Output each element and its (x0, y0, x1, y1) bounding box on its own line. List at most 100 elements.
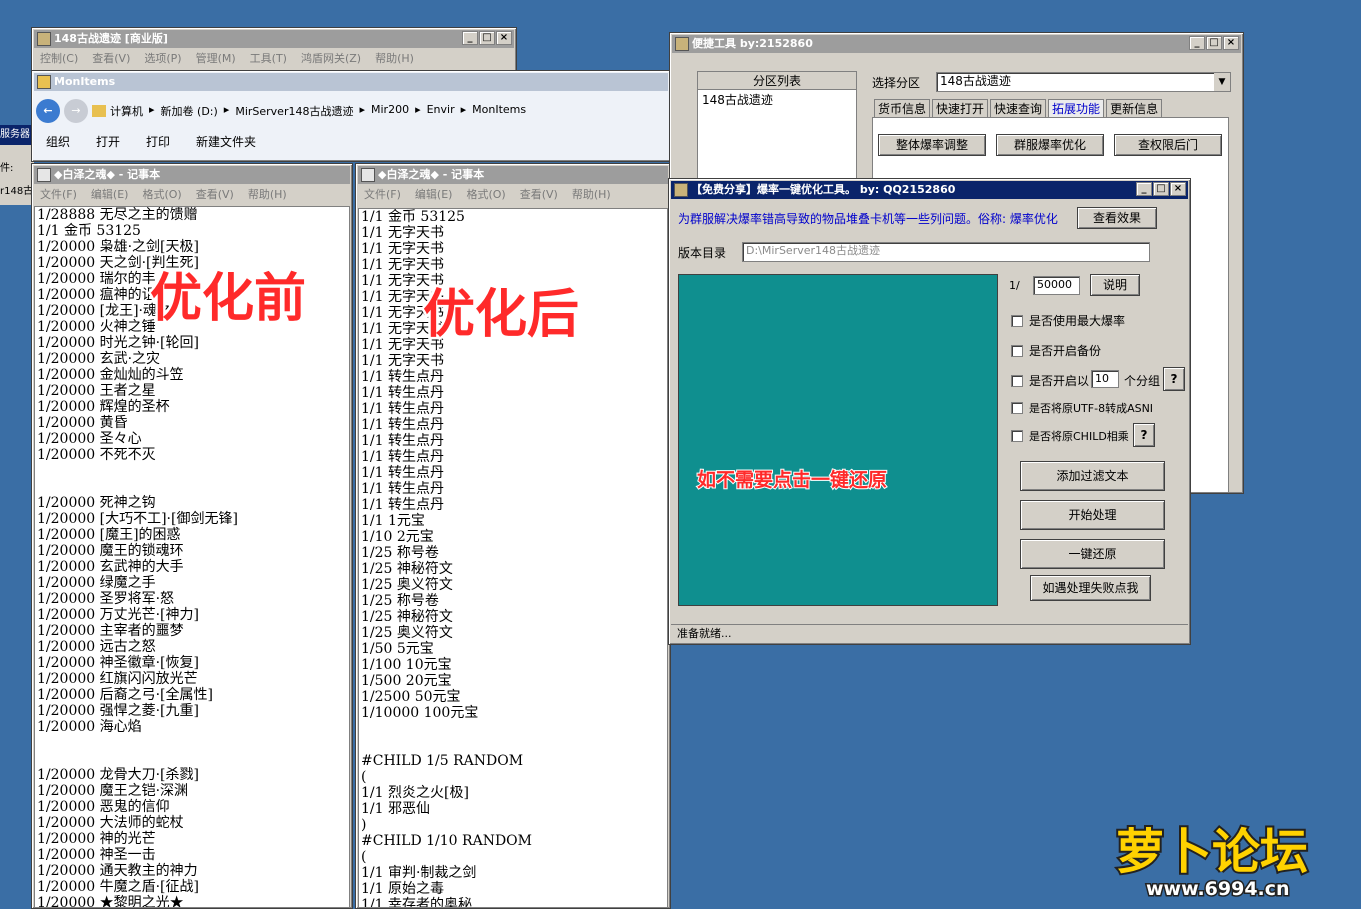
text-line: 1/20000 不死不灭 (37, 447, 156, 463)
partition-select[interactable]: 148古战遗迹 ▼ (936, 72, 1231, 92)
menu-view[interactable]: 查看(V) (520, 186, 558, 204)
text-line: 1/1 转生点丹 (361, 497, 444, 513)
utf-convert-checkbox[interactable]: 是否将原UTF-8转成ASNI (1011, 400, 1153, 416)
organize-button[interactable]: 组织 (46, 133, 70, 150)
maximize-button[interactable]: □ (479, 31, 495, 45)
main-window-titlebar[interactable]: 148古战遗迹 [商业版] _ □ × (34, 30, 514, 48)
text-line: 1/20000 主宰者的噩梦 (37, 623, 184, 639)
child-help-button[interactable]: ? (1133, 423, 1155, 447)
back-arrow-icon[interactable]: ← (36, 99, 60, 123)
text-line: 1/100 10元宝 (361, 657, 452, 673)
text-line: 1/20000 大法师的蛇杖 (37, 815, 184, 831)
group-help-button[interactable]: ? (1163, 367, 1185, 391)
optimizer-window: 【免费分享】爆率一键优化工具。 by: QQ2152860 _ □ × 为群服解… (668, 178, 1191, 645)
forward-arrow-icon[interactable]: → (64, 99, 88, 123)
menu-gateway[interactable]: 鸿盾网关(Z) (301, 50, 361, 68)
notepad-titlebar[interactable]: ◆白泽之魂◆ - 记事本 (358, 166, 668, 184)
open-button[interactable]: 打开 (96, 133, 120, 150)
breadcrumb-item[interactable]: MonItems (472, 103, 526, 119)
breadcrumb-item[interactable]: 计算机 (110, 103, 143, 119)
max-rate-checkbox[interactable]: 是否使用最大爆率 (1011, 312, 1125, 329)
backup-checkbox[interactable]: 是否开启备份 (1011, 342, 1101, 359)
menu-help[interactable]: 帮助(H) (572, 186, 611, 204)
add-filter-button[interactable]: 添加过滤文本 (1020, 461, 1165, 491)
tab-extensions[interactable]: 拓展功能 (1048, 99, 1105, 117)
minimize-button[interactable]: _ (1189, 36, 1205, 50)
checkbox-box[interactable] (1011, 314, 1023, 327)
breadcrumb-item[interactable]: 新加卷 (D:) (161, 103, 218, 119)
chevron-down-icon[interactable]: ▼ (1214, 73, 1230, 91)
text-line: 1/25 神秘符文 (361, 609, 453, 625)
check-backdoor-button[interactable]: 查权限后门 (1114, 134, 1222, 156)
tools-title: 便捷工具 by:2152860 (692, 37, 813, 50)
menu-help[interactable]: 帮助(H) (248, 186, 287, 204)
menu-control[interactable]: 控制(C) (40, 50, 78, 68)
tab-currency[interactable]: 货币信息 (874, 99, 931, 117)
maximize-button[interactable]: □ (1153, 182, 1169, 196)
close-button[interactable]: × (1170, 182, 1186, 196)
group-checkbox[interactable]: 是否开启以 (1011, 372, 1089, 389)
view-effect-button[interactable]: 查看效果 (1077, 207, 1157, 229)
menu-help[interactable]: 帮助(H) (375, 50, 414, 68)
text-line: 1/1 转生点丹 (361, 481, 444, 497)
main-window-title: 148古战遗迹 [商业版] (54, 32, 168, 45)
version-dir-field[interactable]: D:\MirServer148古战遗迹 (742, 242, 1150, 262)
breadcrumb-item[interactable]: Mir200 (371, 103, 409, 119)
menu-format[interactable]: 格式(O) (142, 186, 181, 204)
text-line: 1/20000 [魔王]的困惑 (37, 527, 181, 543)
ratio-input[interactable]: 50000 (1033, 276, 1080, 295)
optimizer-description: 为群服解决爆率错高导致的物品堆叠卡机等一些列问题。俗称: 爆率优化 (678, 212, 1058, 226)
checkbox-box[interactable] (1011, 430, 1023, 442)
optimizer-title: 【免费分享】爆率一键优化工具。 by: QQ2152860 (691, 183, 956, 196)
print-button[interactable]: 打印 (146, 133, 170, 150)
menu-view[interactable]: 查看(V) (196, 186, 234, 204)
menu-format[interactable]: 格式(O) (466, 186, 505, 204)
one-click-restore-button[interactable]: 一键还原 (1020, 539, 1165, 569)
text-line: ( (361, 849, 367, 865)
menu-manage[interactable]: 管理(M) (196, 50, 236, 68)
tools-titlebar[interactable]: 便捷工具 by:2152860 _ □ × (672, 35, 1241, 53)
menu-options[interactable]: 选项(P) (144, 50, 181, 68)
child-multiply-checkbox[interactable]: 是否将原CHILD相乘 (1011, 428, 1129, 444)
minimize-button[interactable]: _ (462, 31, 478, 45)
menu-edit[interactable]: 编辑(E) (91, 186, 129, 204)
breadcrumb-item[interactable]: Envir (427, 103, 455, 119)
checkbox-label: 是否开启以 (1029, 374, 1090, 388)
left-edge-label: 件: (0, 163, 14, 174)
notepad-titlebar[interactable]: ◆白泽之魂◆ - 记事本 (34, 166, 350, 184)
checkbox-box[interactable] (1011, 344, 1023, 357)
explain-button[interactable]: 说明 (1090, 274, 1140, 296)
close-button[interactable]: × (496, 31, 512, 45)
explorer-window: MonItems ← → 计算机 ▸ 新加卷 (D:) ▸ MirServer148… (31, 70, 671, 162)
text-line: 1/20000 神圣一击 (37, 847, 156, 863)
partition-list-header[interactable]: 分区列表 (698, 72, 856, 90)
overall-rate-button[interactable]: 整体爆率调整 (878, 134, 986, 156)
tab-updates[interactable]: 更新信息 (1106, 99, 1163, 117)
menu-view[interactable]: 查看(V) (92, 50, 130, 68)
checkbox-box[interactable] (1011, 402, 1023, 414)
breadcrumb-item[interactable]: MirServer148古战遗迹 (235, 103, 353, 119)
new-folder-button[interactable]: 新建文件夹 (196, 133, 256, 150)
close-button[interactable]: × (1223, 36, 1239, 50)
menu-tools[interactable]: 工具(T) (250, 50, 287, 68)
group-size-input[interactable]: 10 (1091, 370, 1119, 388)
text-line: 1/25 称号卷 (361, 593, 439, 609)
text-line: 1/1 金币 53125 (361, 209, 465, 225)
text-line: 1/20000 通天教主的神力 (37, 863, 198, 879)
checkbox-box[interactable] (1011, 374, 1023, 387)
menu-file[interactable]: 文件(F) (364, 186, 401, 204)
before-label: 优化前 (147, 267, 308, 332)
explorer-titlebar[interactable]: MonItems (34, 73, 668, 91)
failure-help-button[interactable]: 如遇处理失败点我 (1030, 575, 1151, 601)
partition-list[interactable]: 分区列表 148古战遗迹 (697, 71, 857, 191)
menu-file[interactable]: 文件(F) (40, 186, 77, 204)
tab-quick-query[interactable]: 快速查询 (990, 99, 1047, 117)
group-rate-button[interactable]: 群服爆率优化 (996, 134, 1104, 156)
menu-edit[interactable]: 编辑(E) (415, 186, 453, 204)
tab-quick-open[interactable]: 快速打开 (932, 99, 989, 117)
minimize-button[interactable]: _ (1136, 182, 1152, 196)
start-process-button[interactable]: 开始处理 (1020, 500, 1165, 530)
optimizer-titlebar[interactable]: 【免费分享】爆率一键优化工具。 by: QQ2152860 _ □ × (671, 181, 1188, 199)
partition-list-item[interactable]: 148古战遗迹 (698, 90, 856, 110)
maximize-button[interactable]: □ (1206, 36, 1222, 50)
